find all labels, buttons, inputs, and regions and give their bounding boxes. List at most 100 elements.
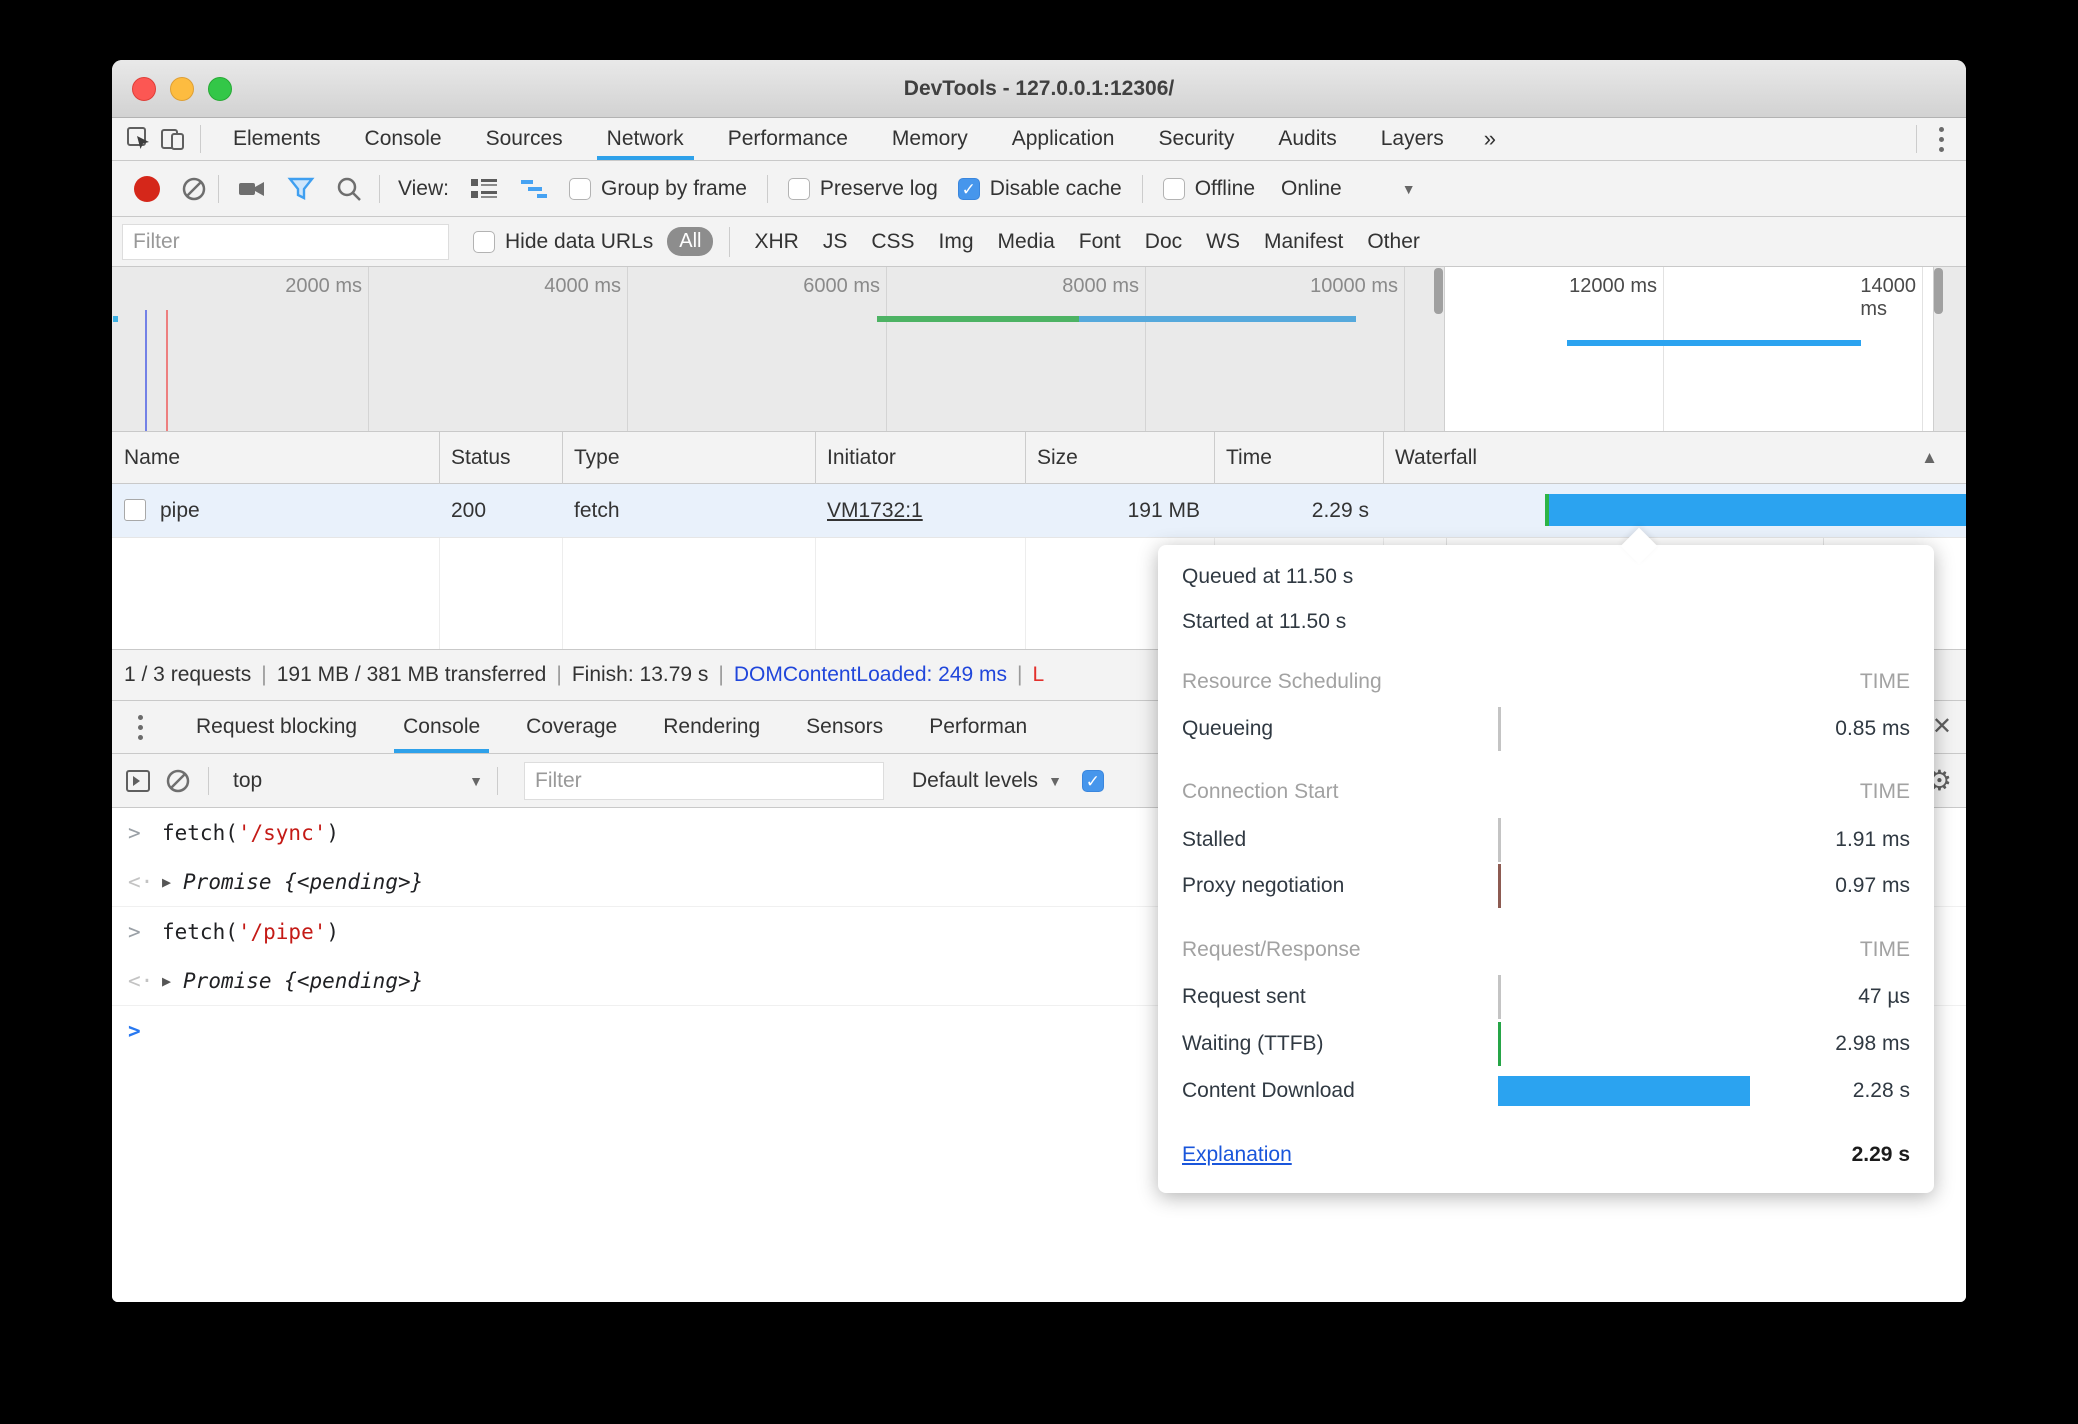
column-header-name[interactable]: Name [112, 432, 180, 484]
filter-type-xhr[interactable]: XHR [754, 230, 798, 254]
column-header-time[interactable]: Time [1214, 432, 1272, 484]
checked-checkbox-icon: ✓ [958, 178, 980, 200]
window-title: DevTools - 127.0.0.1:12306/ [112, 60, 1966, 118]
overview-tick: 8000 ms [1062, 275, 1145, 298]
selection-left-handle[interactable] [1434, 268, 1443, 314]
column-header-size[interactable]: Size [1025, 432, 1078, 484]
tab-memory[interactable]: Memory [870, 118, 990, 160]
console-sidebar-toggle-icon[interactable] [124, 767, 152, 795]
dropdown-arrow-icon: ▼ [1402, 181, 1416, 197]
load-event-line [166, 310, 168, 431]
timing-row-proxy: Proxy negotiation 0.97 ms [1182, 870, 1910, 902]
tab-elements[interactable]: Elements [211, 118, 343, 160]
divider [218, 175, 219, 203]
tab-sources[interactable]: Sources [464, 118, 585, 160]
network-filter-input[interactable] [122, 224, 449, 260]
return-value-icon: <· [128, 969, 162, 993]
section-request-response: Request/Response TIME [1182, 934, 1910, 966]
tab-console[interactable]: Console [343, 118, 464, 160]
capture-screenshots-icon[interactable] [237, 175, 267, 203]
timing-row-request-sent: Request sent 47 µs [1182, 981, 1910, 1013]
queued-at: Queued at 11.50 s [1182, 561, 1910, 593]
return-value-icon: <· [128, 870, 162, 894]
column-header-initiator[interactable]: Initiator [815, 432, 896, 484]
filter-type-img[interactable]: Img [939, 230, 974, 254]
filter-type-css[interactable]: CSS [871, 230, 914, 254]
divider [767, 175, 768, 203]
tab-network[interactable]: Network [585, 118, 706, 160]
filter-type-manifest[interactable]: Manifest [1264, 230, 1343, 254]
default-levels-select[interactable]: Default levels ▼ [912, 769, 1062, 793]
timing-row-stalled: Stalled 1.91 ms [1182, 824, 1910, 856]
overview-tick: 2000 ms [285, 275, 368, 298]
drawer-tab-coverage[interactable]: Coverage [503, 701, 640, 753]
explanation-link[interactable]: Explanation [1182, 1143, 1292, 1166]
show-overview-icon[interactable] [519, 176, 549, 202]
customize-devtools-icon[interactable] [1927, 127, 1956, 152]
record-network-log-button[interactable] [134, 176, 160, 202]
filter-icon[interactable] [287, 175, 315, 203]
waterfall-download-bar[interactable] [1549, 494, 1966, 526]
filter-type-other[interactable]: Other [1367, 230, 1420, 254]
timing-row-content-download: Content Download 2.28 s [1182, 1075, 1910, 1107]
device-toolbar-icon[interactable] [156, 122, 190, 156]
hide-data-urls-checkbox[interactable]: Hide data URLs [473, 230, 653, 254]
close-drawer-icon[interactable]: ✕ [1932, 701, 1952, 753]
drawer-tab-console[interactable]: Console [380, 701, 503, 753]
content-download-bar [1498, 1076, 1750, 1106]
use-large-rows-icon[interactable] [469, 176, 499, 202]
throttling-select[interactable]: Online ▼ [1281, 177, 1416, 201]
selection-right-handle[interactable] [1934, 268, 1943, 314]
offline-checkbox[interactable]: Offline [1163, 177, 1255, 201]
tab-security[interactable]: Security [1136, 118, 1256, 160]
more-tabs-icon[interactable]: » [1466, 126, 1514, 152]
overview-request-bar-blue [1079, 316, 1356, 322]
clear-console-icon[interactable] [164, 767, 192, 795]
filter-type-media[interactable]: Media [998, 230, 1055, 254]
console-filter-input[interactable] [524, 762, 884, 800]
tab-performance[interactable]: Performance [706, 118, 870, 160]
filter-type-doc[interactable]: Doc [1145, 230, 1182, 254]
title-bar: DevTools - 127.0.0.1:12306/ [112, 60, 1966, 118]
row-checkbox[interactable] [124, 499, 146, 521]
drawer-menu-icon[interactable] [126, 715, 155, 740]
search-icon[interactable] [335, 175, 363, 203]
column-header-waterfall[interactable]: Waterfall [1383, 432, 1477, 484]
column-header-status[interactable]: Status [439, 432, 511, 484]
section-resource-scheduling: Resource Scheduling TIME [1182, 666, 1910, 698]
drawer-tab-performance-monitor[interactable]: Performan [906, 701, 1050, 753]
initiator-link[interactable]: VM1732:1 [827, 499, 923, 522]
cell-size: 191 MB [1025, 484, 1214, 538]
filter-type-ws[interactable]: WS [1206, 230, 1240, 254]
drawer-tab-rendering[interactable]: Rendering [640, 701, 783, 753]
sort-ascending-icon[interactable]: ▲ [1921, 432, 1938, 484]
filter-type-all[interactable]: All [667, 227, 713, 256]
network-overview-timeline[interactable]: 2000 ms 4000 ms 6000 ms 8000 ms 10000 ms… [112, 267, 1966, 432]
tab-layers[interactable]: Layers [1359, 118, 1466, 160]
queueing-tick [1498, 707, 1501, 751]
expand-triangle-icon[interactable]: ▶ [162, 972, 171, 990]
group-similar-checkbox[interactable]: ✓ [1082, 770, 1104, 792]
overview-selected-request-bar [1567, 340, 1861, 346]
group-by-frame-checkbox[interactable]: Group by frame [569, 177, 747, 201]
waterfall-timing-tooltip: Queued at 11.50 s Started at 11.50 s Res… [1158, 545, 1934, 1193]
time-column-label: TIME [1860, 666, 1910, 698]
column-header-type[interactable]: Type [562, 432, 620, 484]
filter-type-font[interactable]: Font [1079, 230, 1121, 254]
summary-domcontentloaded: DOMContentLoaded: 249 ms [734, 663, 1007, 687]
table-row-pipe[interactable]: pipe 200 fetch VM1732:1 191 MB 2.29 s [112, 484, 1966, 538]
tab-application[interactable]: Application [990, 118, 1137, 160]
cell-name: pipe [148, 484, 200, 538]
started-at: Started at 11.50 s [1182, 606, 1910, 638]
divider [208, 767, 209, 795]
clear-network-log-icon[interactable] [180, 175, 208, 203]
filter-type-js[interactable]: JS [823, 230, 848, 254]
tab-audits[interactable]: Audits [1256, 118, 1358, 160]
execution-context-select[interactable]: top ▼ [233, 769, 483, 793]
inspect-element-icon[interactable] [122, 122, 156, 156]
drawer-tab-sensors[interactable]: Sensors [783, 701, 906, 753]
expand-triangle-icon[interactable]: ▶ [162, 873, 171, 891]
preserve-log-checkbox[interactable]: Preserve log [788, 177, 938, 201]
disable-cache-checkbox[interactable]: ✓ Disable cache [958, 177, 1122, 201]
drawer-tab-request-blocking[interactable]: Request blocking [173, 701, 380, 753]
